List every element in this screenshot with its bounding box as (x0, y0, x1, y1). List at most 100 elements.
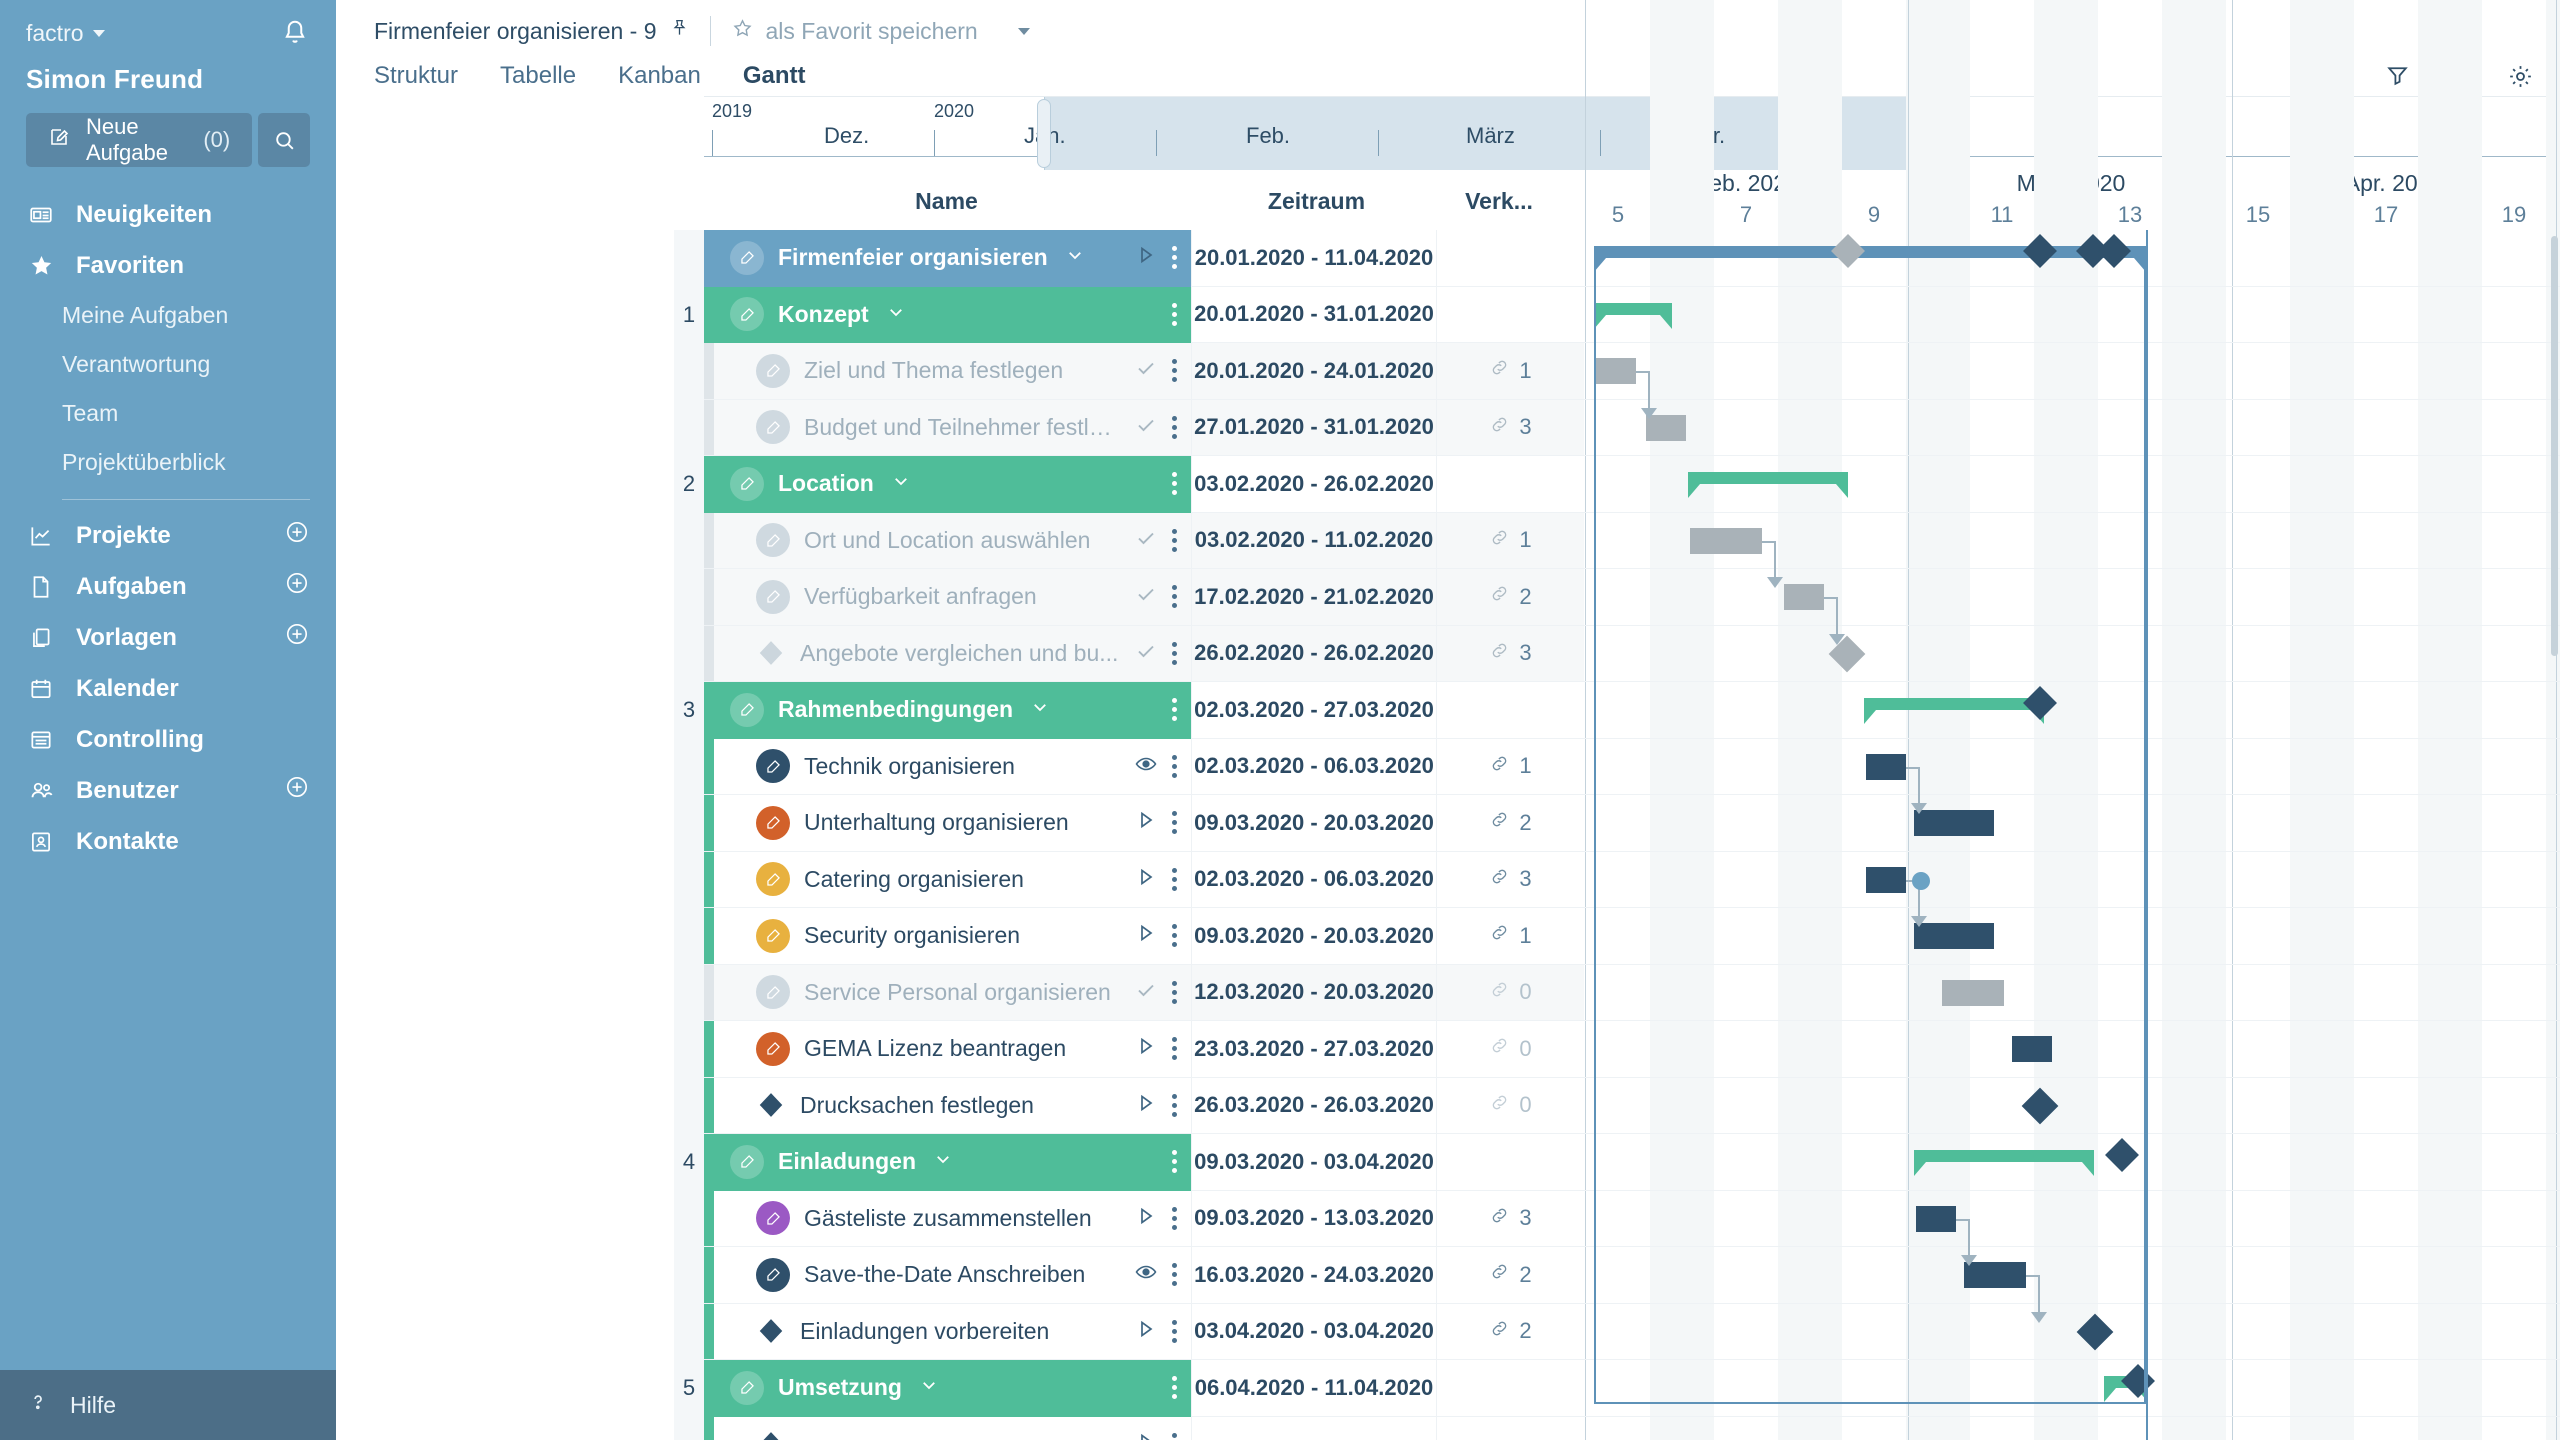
start-timer-icon[interactable] (1134, 243, 1158, 272)
task-name-cell[interactable] (704, 1416, 1191, 1440)
avatar[interactable] (730, 466, 764, 501)
row-menu-button[interactable] (1172, 1093, 1177, 1117)
chevron-down-icon[interactable] (887, 303, 905, 326)
new-task-button[interactable]: Neue Aufgabe (0) (26, 113, 253, 167)
avatar[interactable] (730, 692, 764, 727)
row-menu-button[interactable] (1172, 867, 1177, 891)
tab-kanban[interactable]: Kanban (618, 62, 701, 90)
notifications-bell-icon[interactable] (280, 18, 310, 48)
task-name-cell[interactable]: GEMA Lizenz beantragen (704, 1021, 1191, 1078)
chevron-down-icon[interactable] (1017, 27, 1030, 35)
task-name-cell[interactable]: Ort und Location auswählen (704, 512, 1191, 569)
start-timer-icon[interactable] (1134, 865, 1158, 894)
help-button[interactable]: Hilfe (0, 1370, 336, 1440)
search-button[interactable] (258, 113, 310, 167)
task-name-cell[interactable]: Budget und Teilnehmer festle... (704, 399, 1191, 456)
completed-check-icon[interactable] (1134, 978, 1158, 1007)
tab-gantt[interactable]: Gantt (743, 62, 806, 90)
sidebar-item-projekte[interactable]: Projekte (0, 510, 336, 561)
task-name-cell[interactable]: Ziel und Thema festlegen (704, 343, 1191, 400)
start-timer-icon[interactable] (1134, 1034, 1158, 1063)
task-name-cell[interactable]: Security organisieren (704, 908, 1191, 965)
tab-tabelle[interactable]: Tabelle (500, 62, 576, 90)
completed-check-icon[interactable] (1134, 526, 1158, 555)
row-menu-button[interactable] (1172, 472, 1177, 496)
row-menu-button[interactable] (1172, 641, 1177, 665)
task-name-cell[interactable]: Einladungen (704, 1134, 1191, 1191)
task-name-cell[interactable]: Unterhaltung organisieren (704, 795, 1191, 852)
sidebar-subitem-verantwortung[interactable]: Verantwortung (62, 340, 310, 389)
sidebar-item-kalender[interactable]: Kalender (0, 663, 336, 714)
start-timer-icon[interactable] (1134, 1204, 1158, 1233)
avatar[interactable] (730, 1144, 764, 1179)
add-user-icon[interactable] (284, 774, 310, 807)
sidebar-item-controlling[interactable]: Controlling (0, 714, 336, 765)
org-switcher[interactable]: factro (26, 20, 105, 47)
save-favorite-button[interactable]: als Favorit speichern (731, 17, 1030, 46)
avatar[interactable] (730, 297, 764, 332)
sidebar-subitem-team[interactable]: Team (62, 389, 310, 438)
row-menu-button[interactable] (1172, 924, 1177, 948)
row-menu-button[interactable] (1172, 585, 1177, 609)
task-name-cell[interactable]: Firmenfeier organisieren (704, 230, 1191, 287)
task-name-cell[interactable]: Location (704, 456, 1191, 513)
sidebar-item-aufgaben[interactable]: Aufgaben (0, 561, 336, 612)
tab-struktur[interactable]: Struktur (374, 62, 458, 90)
avatar[interactable] (756, 1031, 790, 1066)
vertical-scrollbar[interactable] (2551, 236, 2558, 656)
avatar[interactable] (730, 240, 764, 275)
completed-check-icon[interactable] (1134, 356, 1158, 385)
task-name-cell[interactable]: Umsetzung (704, 1360, 1191, 1417)
sidebar-item-vorlagen[interactable]: Vorlagen (0, 612, 336, 663)
task-name-cell[interactable]: Verfügbarkeit anfragen (704, 569, 1191, 626)
breadcrumb[interactable]: Firmenfeier organisieren - 9 (374, 18, 690, 45)
avatar[interactable] (756, 410, 790, 445)
avatar[interactable] (756, 805, 790, 840)
chevron-down-icon[interactable] (934, 1150, 952, 1173)
task-name-cell[interactable]: Save-the-Date Anschreiben (704, 1247, 1191, 1304)
chevron-down-icon[interactable] (1031, 698, 1049, 721)
task-name-cell[interactable]: Service Personal organisieren (704, 964, 1191, 1021)
chevron-down-icon[interactable] (920, 1376, 938, 1399)
row-menu-button[interactable] (1172, 415, 1177, 439)
start-timer-icon[interactable] (1134, 808, 1158, 837)
avatar[interactable] (756, 749, 790, 784)
sidebar-item-kontakte[interactable]: Kontakte (0, 816, 336, 867)
task-name-cell[interactable]: Rahmenbedingungen (704, 682, 1191, 739)
avatar[interactable] (756, 975, 790, 1010)
avatar[interactable] (756, 353, 790, 388)
add-template-icon[interactable] (284, 621, 310, 654)
task-name-cell[interactable]: Angebote vergleichen und bu... (704, 625, 1191, 682)
sidebar-item-neuigkeiten[interactable]: Neuigkeiten (0, 189, 336, 240)
row-menu-button[interactable] (1172, 1263, 1177, 1287)
row-menu-button[interactable] (1172, 302, 1177, 326)
pin-icon[interactable] (669, 18, 690, 45)
row-menu-button[interactable] (1172, 359, 1177, 383)
completed-check-icon[interactable] (1134, 413, 1158, 442)
overview-range-handle[interactable] (1037, 99, 1051, 168)
avatar[interactable] (756, 579, 790, 614)
row-menu-button[interactable] (1172, 1037, 1177, 1061)
row-menu-button[interactable] (1172, 1206, 1177, 1230)
task-name-cell[interactable]: Konzept (704, 286, 1191, 343)
avatar[interactable] (756, 1201, 790, 1236)
task-name-cell[interactable]: Einladungen vorbereiten (704, 1303, 1191, 1360)
sidebar-subitem-meine-aufgaben[interactable]: Meine Aufgaben (62, 291, 310, 340)
chevron-down-icon[interactable] (1066, 246, 1084, 269)
avatar[interactable] (756, 918, 790, 953)
start-timer-icon[interactable] (1134, 1430, 1158, 1440)
task-name-cell[interactable]: Technik organisieren (704, 738, 1191, 795)
task-name-cell[interactable]: Gästeliste zusammenstellen (704, 1190, 1191, 1247)
watch-icon[interactable] (1134, 1260, 1158, 1289)
task-name-cell[interactable]: Catering organisieren (704, 851, 1191, 908)
task-name-cell[interactable]: Drucksachen festlegen (704, 1077, 1191, 1134)
avatar[interactable] (756, 1257, 790, 1292)
row-menu-button[interactable] (1172, 1150, 1177, 1174)
watch-icon[interactable] (1134, 752, 1158, 781)
row-menu-button[interactable] (1172, 754, 1177, 778)
completed-check-icon[interactable] (1134, 582, 1158, 611)
chevron-down-icon[interactable] (892, 472, 910, 495)
avatar[interactable] (756, 862, 790, 897)
dependency-handle-dot[interactable] (1912, 871, 1930, 890)
add-task-icon[interactable] (284, 570, 310, 603)
